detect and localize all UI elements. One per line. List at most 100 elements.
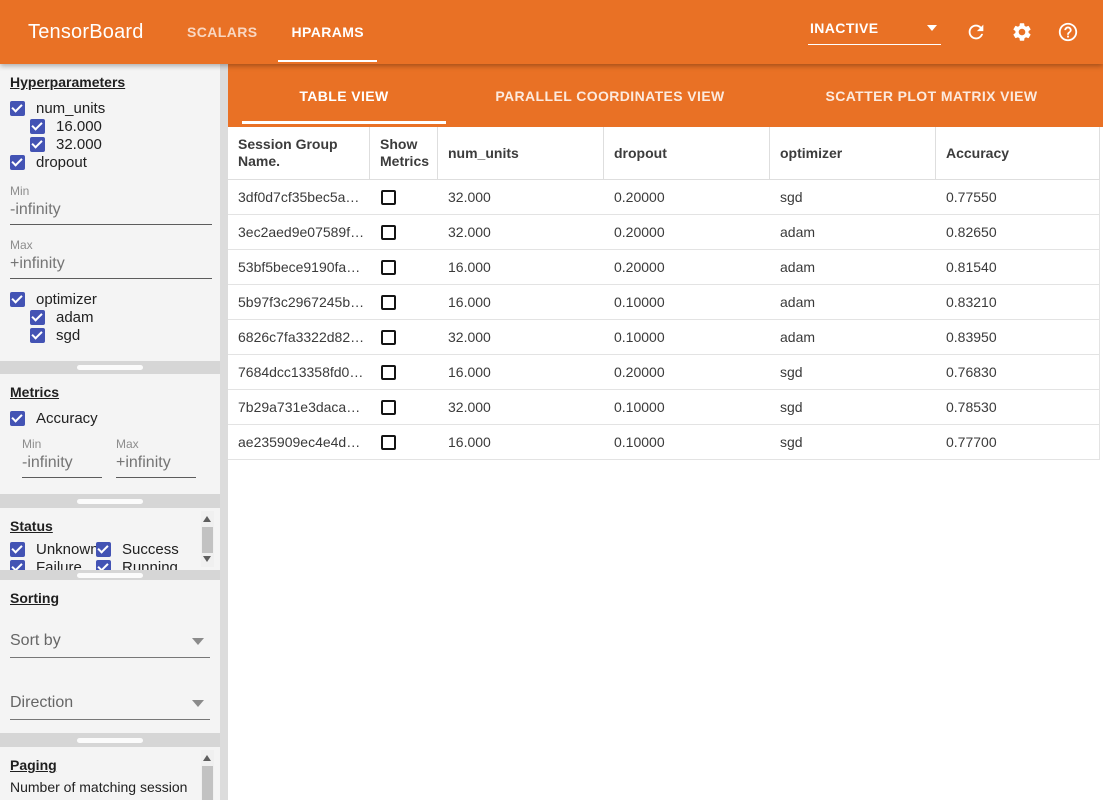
scroll-down-icon[interactable] (203, 556, 211, 562)
checkbox-label: Unknown (36, 541, 99, 558)
section-resize-handle[interactable] (0, 733, 220, 747)
session-group-name-cell: 53bf5bece9190fa… (228, 259, 370, 275)
optimizer-cell: adam (770, 329, 936, 345)
chevron-down-icon (927, 25, 937, 31)
show-metrics-checkbox[interactable] (381, 435, 396, 450)
content-area: Hyperparameters num_units 16.000 32.000 … (0, 64, 1103, 800)
direction-select[interactable]: Direction (10, 692, 210, 720)
paging-scrollbar[interactable] (201, 750, 214, 800)
scroll-up-icon[interactable] (203, 516, 211, 522)
checkbox-failure[interactable] (10, 560, 25, 571)
min-input[interactable]: -infinity (22, 451, 102, 478)
max-input[interactable]: +infinity (116, 451, 196, 478)
show-metrics-checkbox[interactable] (381, 365, 396, 380)
checkbox-optimizer[interactable] (10, 292, 25, 307)
checkbox-16-000[interactable] (30, 119, 45, 134)
checkbox-label: Success (122, 541, 179, 558)
show-metrics-checkbox[interactable] (381, 295, 396, 310)
scrollbar-thumb[interactable] (202, 766, 213, 800)
show-metrics-cell (370, 365, 438, 380)
min-input[interactable]: -infinity (10, 198, 212, 225)
checkbox-num-units[interactable] (10, 101, 25, 116)
show-metrics-cell (370, 400, 438, 415)
drag-handle (77, 499, 143, 504)
dropout-cell: 0.20000 (604, 259, 770, 275)
show-metrics-cell (370, 260, 438, 275)
scrollbar-thumb[interactable] (202, 527, 213, 553)
optimizer-cell: sgd (770, 189, 936, 205)
metrics-checkbox-list: Accuracy (10, 409, 212, 427)
section-resize-handle[interactable] (0, 494, 220, 508)
checkbox-row: dropout (10, 153, 212, 171)
tab-scalars[interactable]: SCALARS (170, 0, 274, 64)
checkbox-label: num_units (36, 100, 105, 117)
optimizer-cell: sgd (770, 364, 936, 380)
checkbox-accuracy[interactable] (10, 411, 25, 426)
dropout-max-field: Max +infinity (10, 238, 212, 279)
help-button[interactable] (1057, 21, 1079, 43)
scroll-up-icon[interactable] (203, 755, 211, 761)
show-metrics-cell (370, 190, 438, 205)
sort-by-select[interactable]: Sort by (10, 630, 210, 658)
max-input[interactable]: +infinity (10, 252, 212, 279)
table-row: 7b29a731e3daca…32.0000.10000sgd0.78530 (228, 390, 1100, 425)
settings-button[interactable] (1011, 21, 1033, 43)
table-body: 3df0d7cf35bec5a…32.0000.20000sgd0.775503… (228, 180, 1100, 460)
column-header-session-group-name: Session Group Name. (228, 127, 370, 179)
checkbox-row: optimizer (10, 290, 212, 308)
view-tab-parallel-coordinates-view[interactable]: PARALLEL COORDINATES VIEW (460, 64, 760, 127)
min-label: Min (10, 184, 212, 198)
checkbox-row: Success (96, 540, 198, 558)
paging-section: Paging Number of matching session groups… (0, 747, 220, 800)
tab-hparams[interactable]: HPARAMS (274, 0, 381, 64)
checkbox-row: 32.000 (10, 135, 212, 153)
checkbox-dropout[interactable] (10, 155, 25, 170)
hyperparameter-checkbox-list: num_units 16.000 32.000 dropout (10, 99, 212, 171)
sidebar-scrollbar[interactable] (220, 64, 228, 800)
num-units-cell: 16.000 (438, 364, 604, 380)
section-resize-handle[interactable] (0, 361, 220, 374)
table-row: 53bf5bece9190fa…16.0000.20000adam0.81540 (228, 250, 1100, 285)
checkbox-row: Running (96, 558, 198, 570)
checkbox-label: Accuracy (36, 410, 98, 427)
session-group-name-cell: 5b97f3c2967245b… (228, 294, 370, 310)
table-row: 7684dcc13358fd0…16.0000.20000sgd0.76830 (228, 355, 1100, 390)
drag-handle (77, 365, 143, 370)
accuracy-cell: 0.83210 (936, 294, 1099, 310)
num-units-cell: 32.000 (438, 189, 604, 205)
view-tab-table-view[interactable]: TABLE VIEW (228, 64, 460, 127)
show-metrics-cell (370, 435, 438, 450)
session-group-name-cell: 6826c7fa3322d82… (228, 329, 370, 345)
checkbox-unknown[interactable] (10, 542, 25, 557)
metrics-section: Metrics Accuracy Min -infinity Max +infi… (0, 374, 220, 494)
view-tab-scatter-plot-matrix-view[interactable]: SCATTER PLOT MATRIX VIEW (760, 64, 1103, 127)
checkbox-sgd[interactable] (30, 328, 45, 343)
experiment-status-value: INACTIVE (810, 20, 879, 36)
optimizer-cell: sgd (770, 434, 936, 450)
checkbox-adam[interactable] (30, 310, 45, 325)
dropout-cell: 0.20000 (604, 224, 770, 240)
column-header-dropout: dropout (604, 127, 770, 179)
status-scrollbar[interactable] (201, 511, 214, 567)
hparams-sidebar: Hyperparameters num_units 16.000 32.000 … (0, 64, 220, 800)
drag-handle (77, 738, 143, 743)
checkbox-running[interactable] (96, 560, 111, 571)
dropout-cell: 0.10000 (604, 329, 770, 345)
checkbox-32-000[interactable] (30, 137, 45, 152)
drag-handle (77, 573, 143, 578)
show-metrics-checkbox[interactable] (381, 260, 396, 275)
dashboard-tabs: SCALARS HPARAMS (170, 0, 381, 64)
hyperparameters-title: Hyperparameters (10, 74, 212, 90)
show-metrics-checkbox[interactable] (381, 225, 396, 240)
column-header-show-metrics: Show Metrics (370, 127, 438, 179)
accuracy-cell: 0.83950 (936, 329, 1099, 345)
show-metrics-checkbox[interactable] (381, 190, 396, 205)
experiment-status-select[interactable]: INACTIVE (808, 20, 941, 45)
session-group-name-cell: 7b29a731e3daca… (228, 399, 370, 415)
refresh-button[interactable] (965, 21, 987, 43)
section-resize-handle[interactable] (0, 570, 220, 580)
checkbox-success[interactable] (96, 542, 111, 557)
checkbox-row: 16.000 (10, 117, 212, 135)
show-metrics-checkbox[interactable] (381, 400, 396, 415)
show-metrics-checkbox[interactable] (381, 330, 396, 345)
